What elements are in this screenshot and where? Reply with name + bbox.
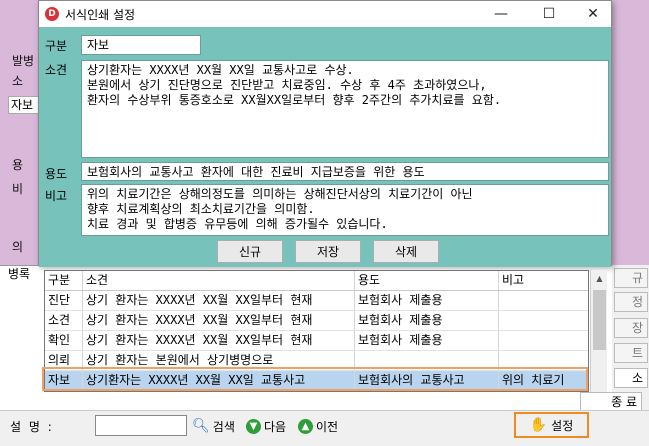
cell-purpose: 보험회사 제출용 [355, 331, 499, 350]
hand-icon: ✋ [529, 417, 548, 433]
cell-note [499, 291, 588, 310]
bg-right-button-2[interactable]: 정 [614, 292, 648, 312]
scroll-thumb[interactable] [593, 290, 606, 350]
close-button[interactable]: ✕ [573, 3, 613, 25]
bg-right-button-5[interactable]: 소 [614, 368, 648, 388]
next-button[interactable]: ▼ 다음 [246, 416, 286, 436]
scroll-up-icon[interactable]: ▲ [591, 270, 608, 287]
bg-grid-header: 병록 [8, 267, 31, 281]
bg-label-onset: 발병 [12, 54, 35, 68]
cell-finding: 상기 환자는 XXXX년 XX월 XX일부터 현재 [83, 311, 355, 330]
bg-right-button-3[interactable]: 장 [614, 318, 648, 338]
search-label: 검색 [212, 419, 235, 434]
note-label: 비고 [45, 189, 68, 203]
table-scrollbar[interactable]: ▲ [590, 270, 607, 392]
search-icon: 🔍︎ [192, 418, 210, 434]
bg-label-so: 소 [12, 74, 24, 88]
finding-label: 소견 [45, 63, 68, 77]
background-right-panel [612, 0, 649, 265]
save-button[interactable]: 저장 [295, 240, 361, 263]
purpose-label: 용도 [45, 167, 68, 181]
form-print-settings-dialog: D 서식인쇄 설정 — ☐ ✕ 구분 자보 소견 상기환자는 XXXX년 XX월… [38, 0, 612, 392]
name-input[interactable] [95, 415, 187, 436]
title-bar: D 서식인쇄 설정 — ☐ ✕ [39, 1, 611, 27]
col-header-note[interactable]: 비고 [499, 271, 588, 290]
note-textarea[interactable]: 위의 치료기간은 상해의정도를 의미하는 상해진단서상의 치료기간이 아닌 향후… [81, 184, 609, 236]
settings-label: 설정 [551, 418, 574, 433]
close-program-button[interactable]: 종 료 [580, 392, 642, 412]
cell-note [499, 311, 588, 330]
col-header-finding[interactable]: 소견 [83, 271, 355, 290]
next-label: 다음 [264, 419, 287, 434]
col-header-purpose[interactable]: 용도 [355, 271, 499, 290]
category-input[interactable]: 자보 [81, 35, 201, 55]
cell-category: 확인 [45, 331, 83, 350]
minimize-button[interactable]: — [481, 3, 521, 25]
new-button[interactable]: 신규 [217, 240, 283, 263]
cell-category: 소견 [45, 311, 83, 330]
bg-label-ui: 의 [12, 240, 24, 254]
name-label: 설 명 : [10, 420, 54, 434]
cell-finding: 상기 환자는 XXXX년 XX월 XX일부터 현재 [83, 291, 355, 310]
settings-button[interactable]: ✋ 설정 [514, 412, 589, 438]
delete-button[interactable]: 삭제 [373, 240, 439, 263]
category-label: 구분 [45, 39, 68, 53]
prev-button[interactable]: ▲ 이전 [298, 416, 338, 436]
arrow-up-icon: ▲ [298, 418, 313, 434]
selected-row-highlight [42, 367, 588, 391]
cell-purpose: 보험회사 제출용 [355, 291, 499, 310]
table-header: 구분 소견 용도 비고 [45, 271, 588, 291]
cell-note [499, 331, 588, 350]
cell-finding: 상기 환자는 XXXX년 XX월 XX일부터 현재 [83, 331, 355, 350]
bg-right-button-4[interactable]: 트 [614, 343, 648, 363]
table-row[interactable]: 확인 상기 환자는 XXXX년 XX월 XX일부터 현재 보험회사 제출용 [45, 331, 588, 351]
col-header-category[interactable]: 구분 [45, 271, 83, 290]
maximize-button[interactable]: ☐ [529, 3, 569, 25]
finding-textarea[interactable]: 상기환자는 XXXX년 XX월 XX일 교통사고로 수상. 본원에서 상기 진단… [81, 60, 609, 158]
purpose-input[interactable]: 보험회사의 교통사고 환자에 대한 진료비 지급보증을 위한 용도 [81, 162, 609, 181]
arrow-down-icon: ▼ [246, 418, 261, 434]
background-left-panel [0, 0, 40, 265]
bg-category-combo[interactable]: 자보 [8, 96, 42, 114]
app-icon: D [45, 7, 59, 21]
dialog-title: 서식인쇄 설정 [65, 8, 136, 22]
cell-purpose: 보험회사 제출용 [355, 311, 499, 330]
bg-label-yong: 용 [12, 158, 24, 172]
bg-right-button-1[interactable]: 규 [614, 268, 648, 288]
search-button[interactable]: 🔍︎ 검색 [192, 416, 235, 436]
table-row[interactable]: 소견 상기 환자는 XXXX년 XX월 XX일부터 현재 보험회사 제출용 [45, 311, 588, 331]
prev-label: 이전 [316, 419, 339, 434]
table-row[interactable]: 진단 상기 환자는 XXXX년 XX월 XX일부터 현재 보험회사 제출용 [45, 291, 588, 311]
cell-category: 진단 [45, 291, 83, 310]
bg-label-bi: 비 [12, 182, 24, 196]
